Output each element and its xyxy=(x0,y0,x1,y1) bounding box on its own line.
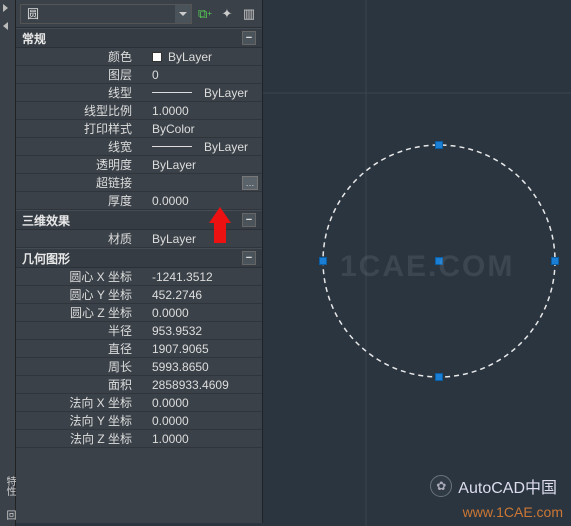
section-general[interactable]: 常规 − xyxy=(16,28,262,48)
row-center-z[interactable]: 圆心 Z 坐标0.0000 xyxy=(16,304,262,322)
row-lineweight[interactable]: 线宽 ByLayer xyxy=(16,138,262,156)
row-linetype[interactable]: 线型 ByLayer xyxy=(16,84,262,102)
row-circumference[interactable]: 周长5993.8650 xyxy=(16,358,262,376)
row-area[interactable]: 面积2858933.4609 xyxy=(16,376,262,394)
row-material[interactable]: 材质 ByLayer xyxy=(16,230,262,248)
canvas-svg xyxy=(263,0,571,526)
section-3d[interactable]: 三维效果 − xyxy=(16,210,262,230)
row-normal-x[interactable]: 法向 X 坐标0.0000 xyxy=(16,394,262,412)
rail-expand-icon[interactable] xyxy=(3,4,8,12)
linetype-preview-icon xyxy=(152,92,192,93)
grip-east[interactable] xyxy=(551,257,559,265)
chevron-down-icon[interactable] xyxy=(175,5,191,23)
collapse-icon[interactable]: − xyxy=(242,213,256,227)
select-objects-icon[interactable]: ✦ xyxy=(218,5,236,23)
section-title: 常规 xyxy=(22,30,46,47)
lineweight-preview-icon xyxy=(152,146,192,147)
row-hyperlink[interactable]: 超链接 … xyxy=(16,174,262,192)
row-thickness[interactable]: 厚度 0.0000 xyxy=(16,192,262,210)
row-center-y[interactable]: 圆心 Y 坐标452.2746 xyxy=(16,286,262,304)
rail-tab-other[interactable]: 回 xyxy=(2,510,17,520)
row-plotstyle[interactable]: 打印样式 ByColor xyxy=(16,120,262,138)
grip-north[interactable] xyxy=(435,141,443,149)
row-normal-z[interactable]: 法向 Z 坐标1.0000 xyxy=(16,430,262,448)
color-swatch-icon xyxy=(152,52,162,62)
rail-tab-properties[interactable]: 特性 xyxy=(2,476,17,496)
quick-select-icon[interactable]: ⧉+ xyxy=(196,5,214,23)
hyperlink-browse-button[interactable]: … xyxy=(242,176,258,190)
section-geometry[interactable]: 几何图形 − xyxy=(16,248,262,268)
section-title: 几何图形 xyxy=(22,250,70,267)
row-diameter[interactable]: 直径1907.9065 xyxy=(16,340,262,358)
row-color[interactable]: 颜色 ByLayer xyxy=(16,48,262,66)
row-center-x[interactable]: 圆心 X 坐标-1241.3512 xyxy=(16,268,262,286)
row-normal-y[interactable]: 法向 Y 坐标0.0000 xyxy=(16,412,262,430)
row-layer[interactable]: 图层 0 xyxy=(16,66,262,84)
collapse-icon[interactable]: − xyxy=(242,31,256,45)
object-type-combo[interactable]: 圆 xyxy=(20,4,192,24)
panel-header: 圆 ⧉+ ✦ ▥ xyxy=(16,0,262,28)
grip-south[interactable] xyxy=(435,373,443,381)
grip-center[interactable] xyxy=(435,257,443,265)
row-radius[interactable]: 半径953.9532 xyxy=(16,322,262,340)
toggle-pim-icon[interactable]: ▥ xyxy=(240,5,258,23)
section-title: 三维效果 xyxy=(22,212,70,229)
row-transparency[interactable]: 透明度 ByLayer xyxy=(16,156,262,174)
properties-panel: 圆 ⧉+ ✦ ▥ 常规 − 颜色 ByLayer 图层 0 线型 ByLayer… xyxy=(16,0,263,523)
left-rail: 特性 回 xyxy=(0,0,16,526)
row-ltscale[interactable]: 线型比例 1.0000 xyxy=(16,102,262,120)
object-type-value: 圆 xyxy=(21,5,175,22)
rail-collapse-icon[interactable] xyxy=(3,22,8,30)
grip-west[interactable] xyxy=(319,257,327,265)
collapse-icon[interactable]: − xyxy=(242,251,256,265)
drawing-canvas[interactable] xyxy=(263,0,571,526)
